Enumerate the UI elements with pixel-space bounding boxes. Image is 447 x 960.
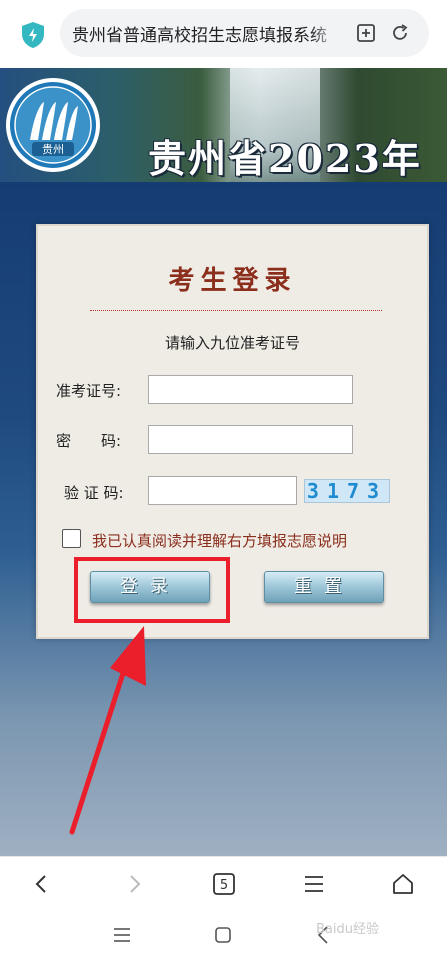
agree-checkbox[interactable] (62, 529, 81, 548)
captcha-image[interactable]: 3173 (304, 479, 390, 503)
captcha-label: 验 证 码: (64, 484, 124, 502)
site-banner: 贵州 贵州省2023年 (0, 68, 447, 182)
exam-id-label: 准考证号: (56, 382, 122, 400)
baidu-watermark: Baidu经验 (316, 922, 379, 937)
system-home-icon[interactable] (214, 926, 232, 944)
home-icon[interactable] (391, 872, 415, 896)
back-icon[interactable] (30, 872, 54, 896)
browser-top-bar: 贵州省普通高校招生志愿填报系统 (0, 0, 447, 68)
reset-button[interactable]: 重置 (264, 571, 384, 603)
arrow-annotation (69, 626, 146, 835)
tab-count: 5 (220, 878, 228, 893)
password-label: 密 码: (56, 432, 122, 450)
banner-title: 贵州省2023年 (148, 136, 422, 181)
address-bar[interactable]: 贵州省普通高校招生志愿填报系统 (60, 9, 429, 57)
add-to-bookmark-icon[interactable] (356, 23, 376, 43)
login-hint: 请输入九位准考证号 (164, 334, 300, 352)
forward-icon[interactable] (122, 872, 146, 896)
password-input[interactable] (148, 425, 353, 454)
exam-id-input[interactable] (148, 375, 353, 404)
menu-icon[interactable] (302, 872, 326, 896)
refresh-icon[interactable] (390, 23, 410, 43)
tabs-icon[interactable]: 5 (212, 872, 236, 896)
guizhou-logo: 贵州 (6, 78, 100, 172)
url-text[interactable]: 贵州省普通高校招生志愿填报系统 (72, 21, 337, 46)
highlight-box (74, 557, 230, 623)
agree-text: 我已认真阅读并理解右方填报志愿说明 (92, 532, 348, 550)
recent-apps-icon[interactable] (112, 927, 132, 943)
system-nav-bar: Baidu经验 (0, 910, 447, 960)
login-title: 考生登录 (168, 266, 297, 296)
shield-icon[interactable] (20, 21, 46, 49)
browser-nav-bar: 5 (0, 856, 447, 910)
title-divider (90, 310, 382, 311)
logo-text: 贵州 (42, 143, 64, 156)
captcha-input[interactable] (148, 476, 297, 505)
